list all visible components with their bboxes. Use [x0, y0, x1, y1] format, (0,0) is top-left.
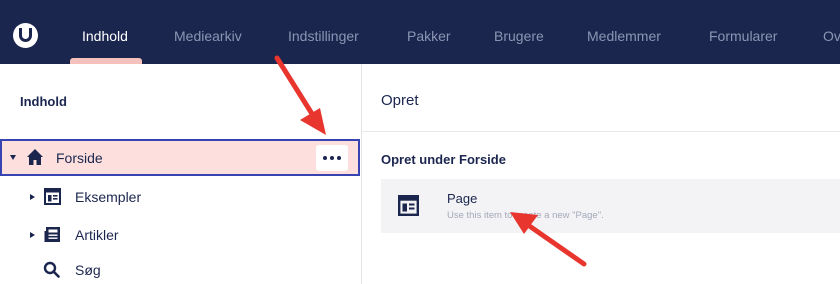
umbraco-logo-icon[interactable]: [13, 23, 38, 48]
panel-title: Opret: [381, 92, 419, 109]
nav-tab-overflow[interactable]: Ov: [823, 28, 840, 44]
tree-item-label: Artikler: [75, 227, 119, 243]
document-template-icon: [44, 188, 61, 205]
option-description: Use this item to create a new "Page".: [447, 210, 604, 221]
panel-subtitle: Opret under Forside: [381, 152, 506, 167]
top-navigation-bar: Indhold Mediearkiv Indstillinger Pakker …: [0, 0, 840, 64]
tree-item-forside[interactable]: Forside: [0, 139, 360, 176]
nav-tab-brugere[interactable]: Brugere: [494, 28, 544, 44]
caret-right-icon[interactable]: [30, 194, 35, 200]
newspaper-icon: [44, 227, 60, 242]
sidebar-header: Indhold: [20, 94, 67, 109]
nav-tab-indstillinger[interactable]: Indstillinger: [288, 28, 359, 44]
panel-divider: [362, 131, 840, 132]
tree-item-label: Forside: [56, 150, 103, 166]
option-title: Page: [447, 191, 478, 206]
search-icon: [43, 261, 60, 278]
tree-item-label: Eksempler: [75, 189, 142, 205]
nav-tab-pakker[interactable]: Pakker: [407, 28, 451, 44]
create-panel: Opret Opret under Forside Page Use this …: [362, 64, 840, 284]
nav-tab-formularer[interactable]: Formularer: [709, 28, 777, 44]
caret-down-icon[interactable]: [10, 155, 16, 160]
home-icon: [27, 149, 43, 165]
tree-item-label: Søg: [75, 262, 101, 278]
nav-tab-mediearkiv[interactable]: Mediearkiv: [174, 28, 242, 44]
page-template-icon: [398, 195, 419, 216]
nav-tab-medlemmer[interactable]: Medlemmer: [587, 28, 661, 44]
nav-tab-indhold[interactable]: Indhold: [82, 28, 128, 44]
tree-item-sog[interactable]: Søg: [0, 255, 361, 284]
tree-item-artikler[interactable]: Artikler: [0, 220, 361, 250]
tree-item-eksempler[interactable]: Eksempler: [0, 182, 361, 212]
caret-right-icon[interactable]: [30, 232, 35, 238]
ellipsis-icon: [323, 156, 341, 160]
create-page-option[interactable]: Page Use this item to create a new "Page…: [381, 179, 840, 233]
content-tree-sidebar: Indhold Forside Eksempler Artikler Søg: [0, 64, 362, 284]
more-actions-button[interactable]: [316, 145, 348, 171]
